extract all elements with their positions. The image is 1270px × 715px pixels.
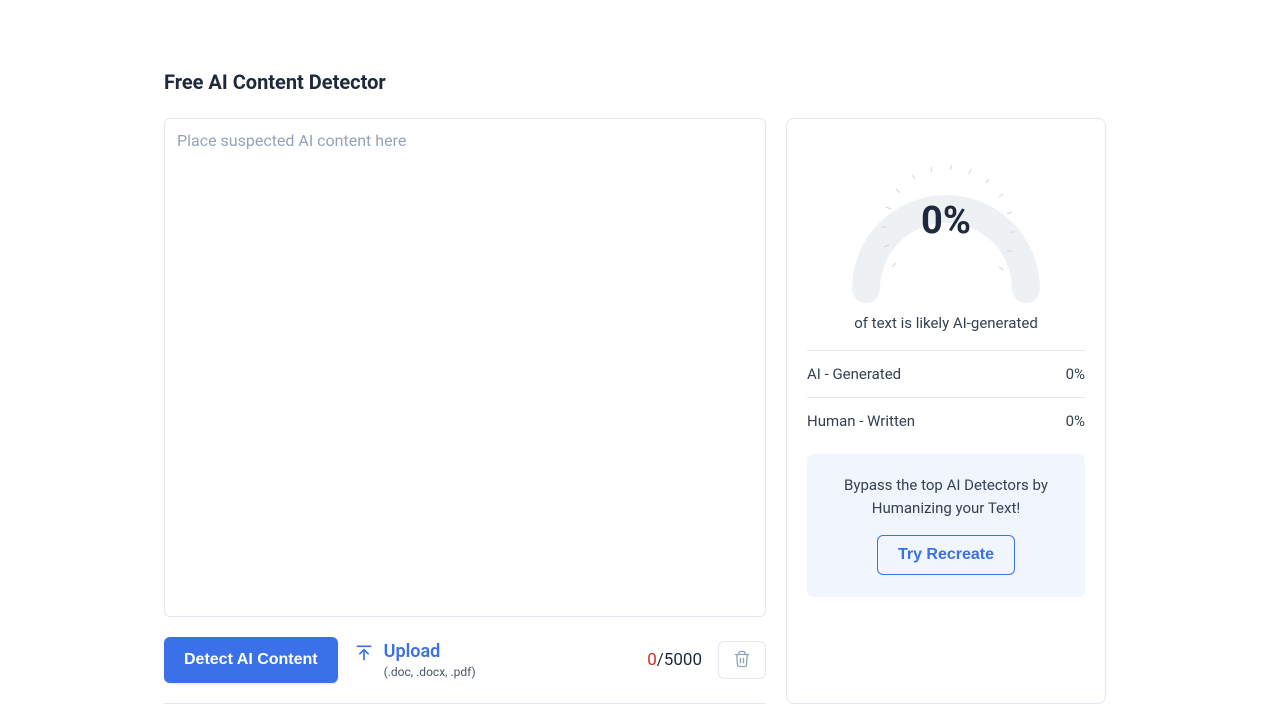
human-written-label: Human - Written — [807, 412, 915, 430]
upload-icon — [354, 643, 374, 663]
detect-button[interactable]: Detect AI Content — [164, 637, 338, 683]
content-input[interactable] — [164, 118, 766, 617]
toolbar: Detect AI Content Upload (.doc, .docx, .… — [164, 637, 766, 704]
result-panel: 0% of text is likely AI-generated AI - G… — [786, 118, 1106, 704]
upload-formats: (.doc, .docx, .pdf) — [384, 665, 476, 679]
human-written-row: Human - Written 0% — [807, 397, 1085, 444]
upload-label: Upload — [384, 641, 476, 663]
ai-generated-value: 0% — [1066, 365, 1085, 383]
upload-button[interactable]: Upload (.doc, .docx, .pdf) — [354, 641, 476, 679]
main-container: Detect AI Content Upload (.doc, .docx, .… — [164, 118, 1106, 704]
char-current: 0 — [647, 650, 657, 670]
try-recreate-button[interactable]: Try Recreate — [877, 535, 1015, 575]
trash-icon — [733, 650, 751, 671]
char-counter: 0/5000 — [647, 650, 702, 670]
input-panel: Detect AI Content Upload (.doc, .docx, .… — [164, 118, 766, 704]
ai-generated-label: AI - Generated — [807, 365, 901, 383]
gauge-value: 0% — [921, 199, 971, 243]
page-title: Free AI Content Detector — [164, 70, 1106, 94]
cta-text: Bypass the top AI Detectors by Humanizin… — [823, 474, 1069, 519]
gauge-caption: of text is likely AI-generated — [854, 314, 1038, 332]
human-written-value: 0% — [1066, 412, 1085, 430]
cta-box: Bypass the top AI Detectors by Humanizin… — [807, 454, 1085, 597]
char-max: 5000 — [664, 650, 702, 670]
clear-button[interactable] — [718, 641, 766, 679]
gauge: 0% — [846, 139, 1046, 304]
ai-generated-row: AI - Generated 0% — [807, 350, 1085, 397]
char-separator: / — [657, 650, 664, 670]
